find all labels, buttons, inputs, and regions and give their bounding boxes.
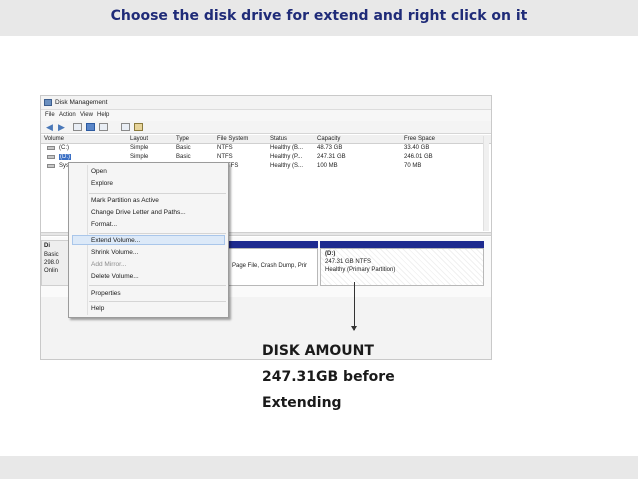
slide-title: Choose the disk drive for extend and rig… xyxy=(110,8,528,24)
menu-item-help[interactable]: Help xyxy=(91,305,104,312)
volume-capacity: 100 MB xyxy=(317,163,338,169)
drive-icon xyxy=(47,155,55,159)
volume-free-space: 33.40 GB xyxy=(404,145,430,151)
menu-item-open[interactable]: Open xyxy=(91,168,107,175)
menu-view[interactable]: View xyxy=(80,112,93,118)
menu-separator xyxy=(89,233,226,234)
volume-type: Basic xyxy=(176,154,191,160)
drive-icon xyxy=(47,164,55,168)
disk-label-size: 298.0 xyxy=(44,260,60,266)
menu-item-delete-volume[interactable]: Delete Volume... xyxy=(91,273,139,280)
window-title: Disk Management xyxy=(55,99,108,106)
column-layout[interactable]: Layout xyxy=(130,136,148,142)
console-icon[interactable] xyxy=(73,123,82,131)
column-free-space[interactable]: Free Space xyxy=(404,136,435,142)
volume-capacity: 247.31 GB xyxy=(317,154,346,160)
refresh-icon[interactable] xyxy=(121,123,130,131)
help-icon[interactable] xyxy=(86,123,95,131)
disk-label-status: Onlin xyxy=(44,268,59,274)
menu-item-add-mirror[interactable]: Add Mirror... xyxy=(91,261,126,268)
caption-line-1: DISK AMOUNT xyxy=(262,343,374,359)
partition-description: Page File, Crash Dump, Prir xyxy=(232,263,308,269)
volume-row-c[interactable]: (C:) Simple Basic NTFS Healthy (B... 48.… xyxy=(41,144,491,153)
menu-help[interactable]: Help xyxy=(97,112,109,118)
partition-header-stripe xyxy=(320,241,484,248)
back-arrow-icon[interactable]: ◀ xyxy=(46,123,55,132)
menu-separator xyxy=(89,301,226,302)
caption-line-2: 247.31GB before xyxy=(262,369,395,385)
menu-bar: File Action View Help xyxy=(41,110,491,121)
volume-name: (C:) xyxy=(59,145,69,151)
menu-separator xyxy=(89,285,226,286)
volume-file-system: NTFS xyxy=(217,145,233,151)
volume-row-d[interactable]: (D:) Simple Basic NTFS Healthy (P... 247… xyxy=(41,153,491,162)
drive-icon xyxy=(47,146,55,150)
menu-item-mark-active[interactable]: Mark Partition as Active xyxy=(91,197,159,204)
volume-layout: Simple xyxy=(130,145,149,151)
volume-capacity: 48.73 GB xyxy=(317,145,343,151)
pointer-line xyxy=(354,282,355,330)
properties-icon[interactable] xyxy=(99,123,108,131)
d-partition-status: Healthy (Primary Partition) xyxy=(325,267,396,273)
volume-layout: Simple xyxy=(130,154,149,160)
forward-arrow-icon[interactable]: ▶ xyxy=(58,123,67,132)
system-partition-block[interactable]: Page File, Crash Dump, Prir xyxy=(227,248,318,286)
column-status[interactable]: Status xyxy=(270,136,287,142)
menu-action[interactable]: Action xyxy=(59,112,76,118)
volume-table-header: Volume Layout Type File System Status Ca… xyxy=(41,135,491,144)
volume-status: Healthy (P... xyxy=(270,154,303,160)
volume-status: Healthy (B... xyxy=(270,145,304,151)
disk-label-name: Di xyxy=(44,243,50,249)
menu-file[interactable]: File xyxy=(45,112,55,118)
d-partition-block[interactable]: (D:) 247.31 GB NTFS Healthy (Primary Par… xyxy=(320,248,484,286)
slide-bottom-band xyxy=(0,456,638,479)
export-icon[interactable] xyxy=(134,123,143,131)
menu-separator xyxy=(89,193,226,194)
menu-item-extend-volume[interactable]: Extend Volume... xyxy=(91,237,140,244)
caption-line-3: Extending xyxy=(262,395,342,411)
disk-management-icon xyxy=(44,99,52,106)
menu-item-change-drive-letter[interactable]: Change Drive Letter and Paths... xyxy=(91,209,186,216)
volume-free-space: 70 MB xyxy=(404,163,422,169)
context-menu: Open Explore Mark Partition as Active Ch… xyxy=(68,162,229,318)
volume-free-space: 246.01 GB xyxy=(404,154,433,160)
volume-status: Healthy (S... xyxy=(270,163,304,169)
menu-item-format[interactable]: Format... xyxy=(91,221,117,228)
column-type[interactable]: Type xyxy=(176,136,189,142)
column-volume[interactable]: Volume xyxy=(44,136,64,142)
arrow-down-icon xyxy=(351,326,357,331)
d-partition-size: 247.31 GB NTFS xyxy=(325,259,372,265)
disk-label-type: Basic xyxy=(44,252,59,258)
column-capacity[interactable]: Capacity xyxy=(317,136,340,142)
volume-name: (D:) xyxy=(59,154,71,160)
column-file-system[interactable]: File System xyxy=(217,136,248,142)
menu-item-explore[interactable]: Explore xyxy=(91,180,113,187)
window-titlebar[interactable]: Disk Management xyxy=(41,96,491,110)
menu-item-properties[interactable]: Properties xyxy=(91,290,121,297)
volume-list-scrollbar[interactable] xyxy=(483,136,489,231)
toolbar: ◀ ▶ xyxy=(41,121,491,134)
menu-item-shrink-volume[interactable]: Shrink Volume... xyxy=(91,249,138,256)
partition-header-stripe xyxy=(227,241,318,248)
d-partition-name: (D:) xyxy=(325,251,336,257)
volume-file-system: NTFS xyxy=(217,154,233,160)
volume-type: Basic xyxy=(176,145,191,151)
